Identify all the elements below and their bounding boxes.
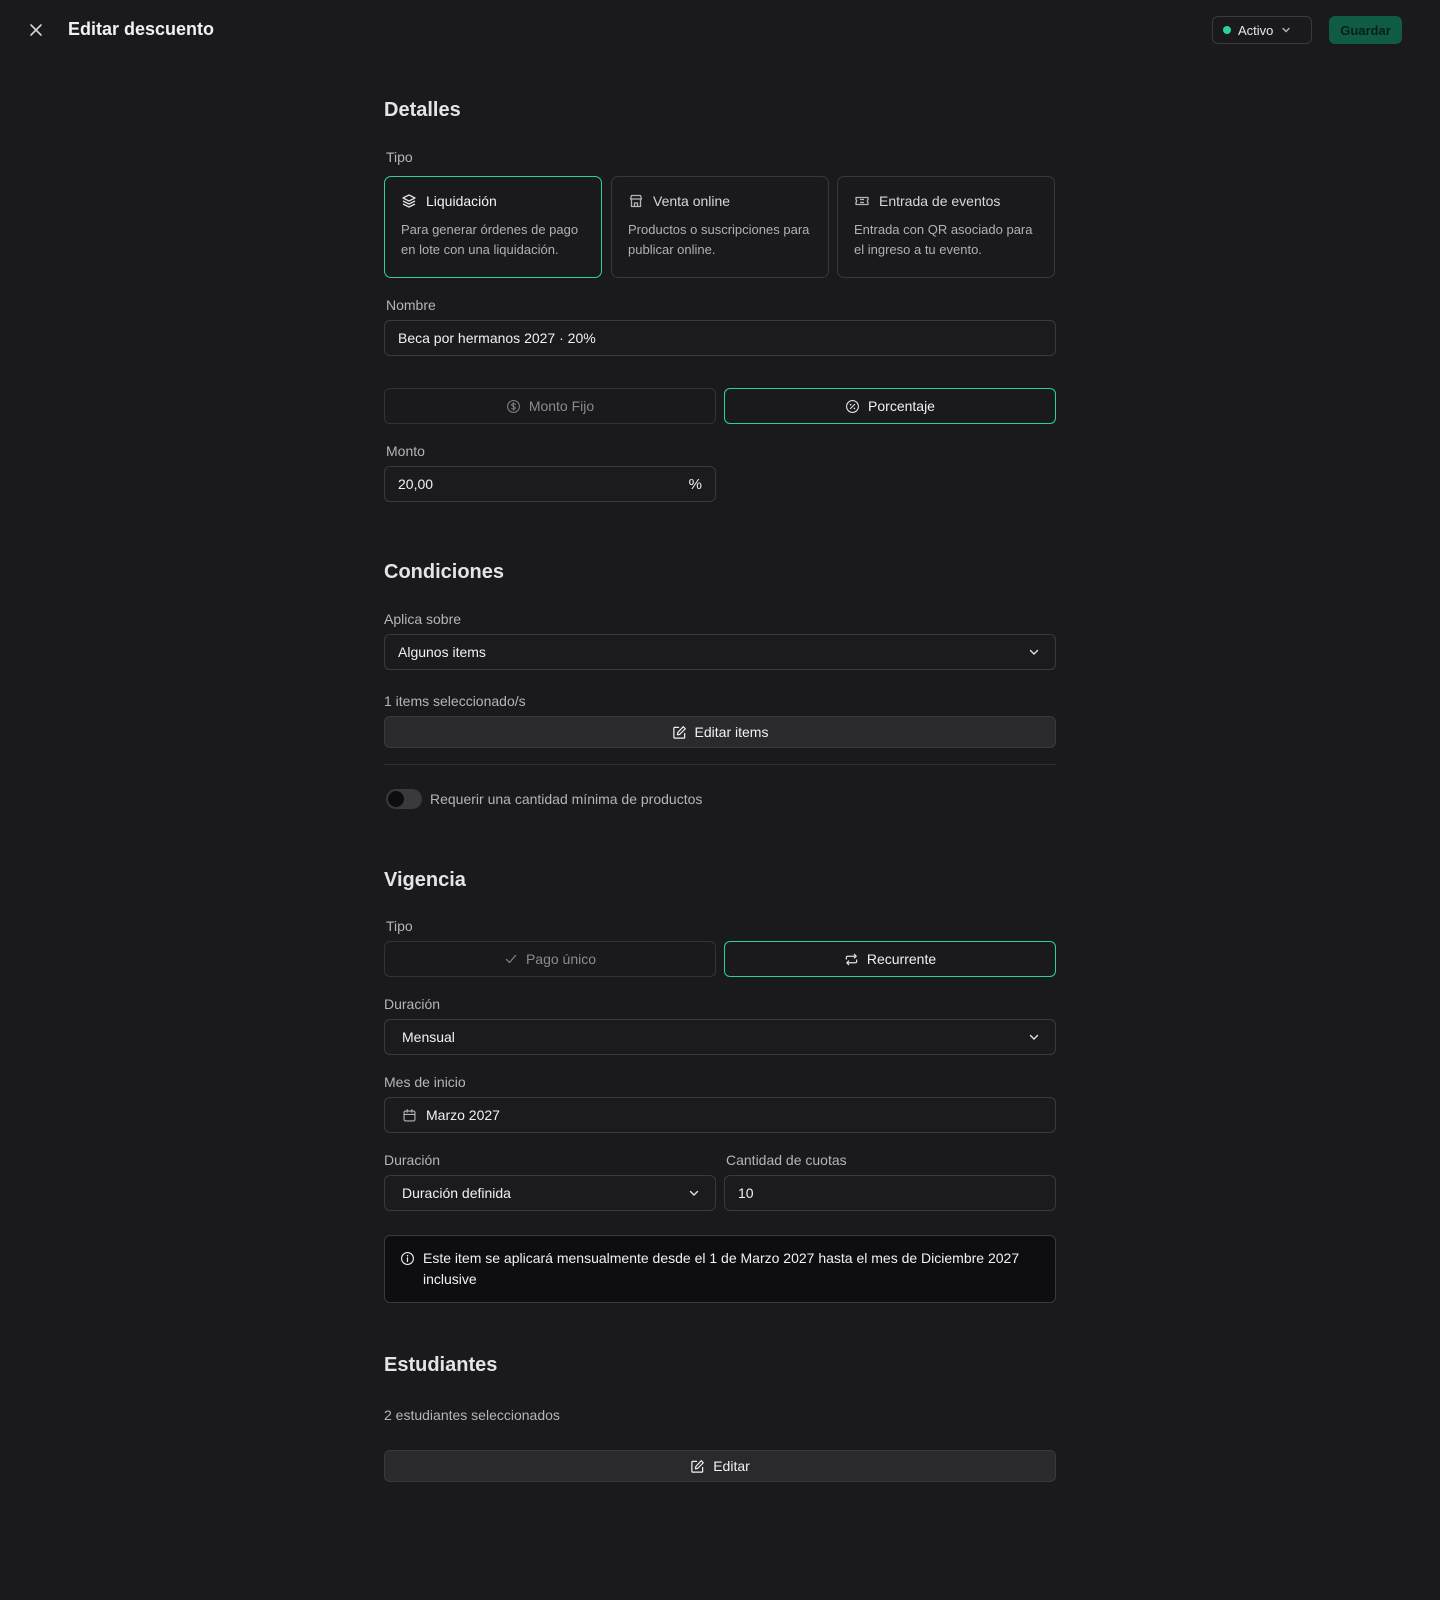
mes-inicio-input[interactable]: Marzo 2027 bbox=[384, 1097, 1056, 1133]
edit-estudiantes-button[interactable]: Editar bbox=[384, 1450, 1056, 1482]
min-qty-toggle[interactable] bbox=[386, 789, 422, 809]
duracion-select[interactable]: Mensual bbox=[384, 1019, 1056, 1055]
mes-inicio-value: Marzo 2027 bbox=[426, 1107, 500, 1123]
repeat-icon bbox=[845, 953, 858, 965]
mes-inicio-label: Mes de inicio bbox=[384, 1074, 466, 1090]
monto-label: Monto bbox=[386, 443, 425, 459]
type-card-title: Venta online bbox=[653, 193, 731, 209]
cuotas-value: 10 bbox=[738, 1185, 754, 1201]
chevron-down-icon bbox=[1282, 27, 1291, 33]
type-card-entrada-eventos[interactable]: Entrada de eventos Entrada con QR asocia… bbox=[837, 176, 1055, 278]
duracion-label: Duración bbox=[384, 996, 441, 1012]
aplica-select[interactable]: Algunos items bbox=[384, 634, 1056, 670]
status-label: Activo bbox=[1238, 22, 1274, 38]
type-card-title: Liquidación bbox=[426, 193, 497, 209]
section-title-estudiantes: Estudiantes bbox=[384, 1354, 498, 1376]
ticket-icon bbox=[855, 196, 869, 206]
selected-items-count: 1 items seleccionado/s bbox=[384, 693, 526, 709]
type-card-venta-online[interactable]: Venta online Productos o suscripciones p… bbox=[611, 176, 829, 278]
estudiantes-count: 2 estudiantes seleccionados bbox=[384, 1407, 560, 1423]
top-bar: Editar descuento Activo Guardar bbox=[0, 0, 1440, 60]
close-icon bbox=[30, 24, 42, 36]
mode-recurrente[interactable]: Recurrente bbox=[724, 941, 1056, 977]
duracion2-value: Duración definida bbox=[402, 1185, 511, 1201]
info-text: Este item se aplicará mensualmente desde… bbox=[423, 1250, 1020, 1287]
edit-estudiantes-label: Editar bbox=[713, 1458, 750, 1474]
store-icon bbox=[629, 194, 643, 208]
section-title-detalles: Detalles bbox=[384, 99, 461, 121]
type-card-desc: Entrada con QR asociado para el ingreso … bbox=[854, 222, 1033, 257]
aplica-label: Aplica sobre bbox=[384, 611, 462, 627]
close-button[interactable] bbox=[24, 18, 48, 42]
divider bbox=[384, 764, 1056, 765]
monto-input[interactable]: 20,00 % bbox=[384, 466, 716, 502]
chevron-down-icon bbox=[1029, 1034, 1039, 1040]
mode-monto-fijo[interactable]: Monto Fijo bbox=[384, 388, 716, 424]
type-card-liquidacion[interactable]: Liquidación Para generar órdenes de pago… bbox=[384, 176, 602, 278]
edit-icon bbox=[672, 725, 686, 739]
mode-label: Porcentaje bbox=[868, 398, 935, 414]
edit-icon bbox=[691, 1459, 705, 1473]
cuotas-label: Cantidad de cuotas bbox=[726, 1152, 847, 1168]
type-card-desc: Productos o suscripciones para publicar … bbox=[628, 222, 810, 257]
aplica-value: Algunos items bbox=[398, 644, 486, 660]
nombre-label: Nombre bbox=[386, 297, 436, 313]
edit-items-button[interactable]: Editar items bbox=[384, 716, 1056, 748]
layers-icon bbox=[402, 194, 416, 208]
status-dropdown[interactable]: Activo bbox=[1212, 16, 1312, 44]
mode-pago-unico[interactable]: Pago único bbox=[384, 941, 716, 977]
check-icon bbox=[505, 954, 517, 964]
status-dot-icon bbox=[1223, 26, 1231, 34]
info-icon bbox=[401, 1252, 414, 1265]
chevron-down-icon bbox=[1029, 649, 1039, 655]
nombre-value: Beca por hermanos 2027 · 20% bbox=[398, 330, 596, 346]
section-title-vigencia: Vigencia bbox=[384, 869, 466, 891]
duracion-value: Mensual bbox=[402, 1029, 455, 1045]
vigencia-tipo-label: Tipo bbox=[386, 918, 413, 934]
calendar-icon bbox=[403, 1108, 416, 1122]
duracion2-label: Duración bbox=[384, 1152, 441, 1168]
dollar-circle-icon bbox=[506, 399, 520, 413]
monto-suffix: % bbox=[688, 475, 702, 493]
duracion2-select[interactable]: Duración definida bbox=[384, 1175, 716, 1211]
edit-items-label: Editar items bbox=[694, 724, 769, 740]
tipo-label: Tipo bbox=[386, 149, 413, 165]
mode-porcentaje[interactable]: Porcentaje bbox=[724, 388, 1056, 424]
mode-label: Pago único bbox=[525, 951, 597, 967]
section-title-condiciones: Condiciones bbox=[384, 561, 505, 583]
min-qty-label: Requerir una cantidad mínima de producto… bbox=[430, 791, 703, 807]
monto-value: 20,00 bbox=[398, 476, 434, 492]
percent-circle-icon bbox=[846, 399, 860, 413]
save-button[interactable]: Guardar bbox=[1329, 16, 1402, 44]
page-title: Editar descuento bbox=[68, 19, 215, 39]
mode-label: Recurrente bbox=[866, 951, 937, 967]
chevron-down-icon bbox=[689, 1190, 699, 1196]
type-card-desc: Para generar órdenes de pago en lote con… bbox=[401, 222, 579, 257]
vigencia-info-box: Este item se aplicará mensualmente desde… bbox=[384, 1235, 1056, 1303]
type-card-title: Entrada de eventos bbox=[879, 193, 1001, 209]
mode-label: Monto Fijo bbox=[528, 398, 595, 414]
cuotas-input[interactable]: 10 bbox=[724, 1175, 1056, 1211]
nombre-input[interactable]: Beca por hermanos 2027 · 20% bbox=[384, 320, 1056, 356]
